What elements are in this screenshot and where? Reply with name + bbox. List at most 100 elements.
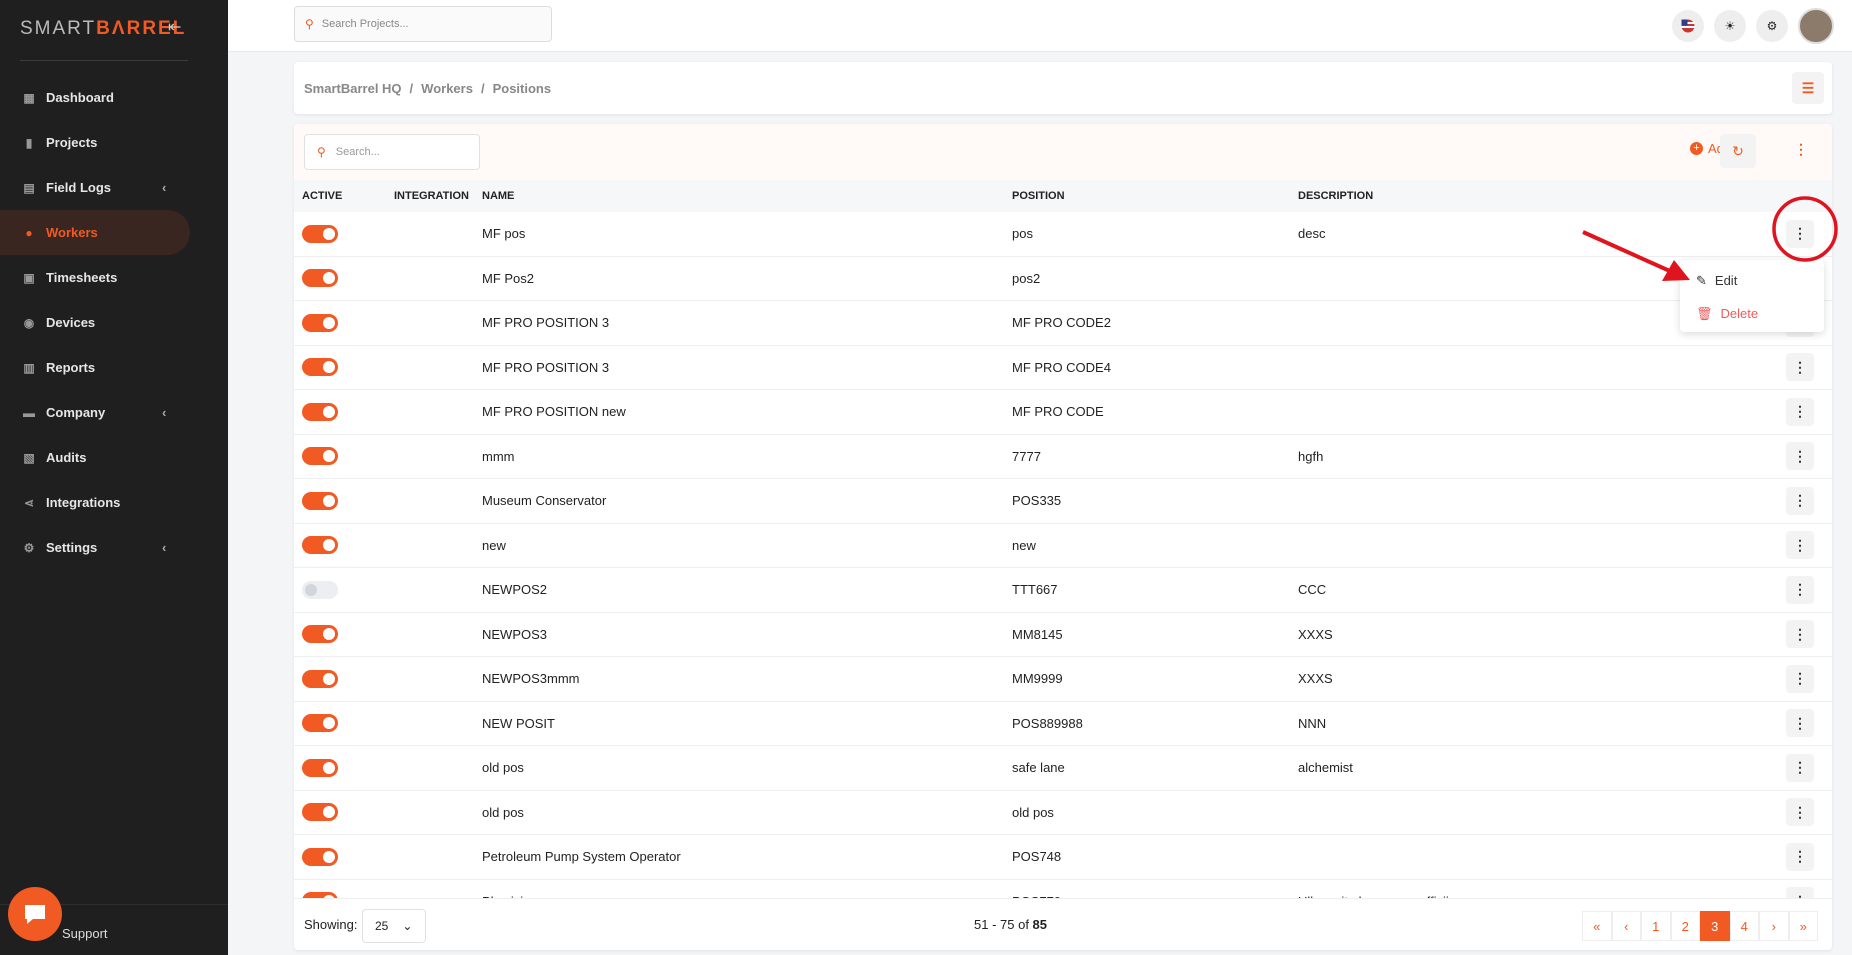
workers-icon: ● [25,225,33,240]
active-toggle[interactable] [302,402,338,421]
sidebar-item-company[interactable]: ▬ Company ‹ [0,390,228,435]
sidebar-item-settings[interactable]: ⚙ Settings ‹ [0,525,228,570]
chevron-left-icon: ‹ [162,405,167,420]
column-header-position[interactable]: POSITION [1012,190,1065,202]
dashboard-icon: ▦ [23,90,35,105]
row-more-icon[interactable]: ⋮ [1786,620,1814,649]
cell-position: pos2 [1012,270,1041,286]
row-more-icon[interactable]: ⋮ [1786,486,1814,515]
row-more-icon[interactable]: ⋮ [1786,442,1814,471]
page-size-select[interactable]: 25 ⌄ [362,909,426,943]
hamburger-menu-icon[interactable]: ☰ [1792,72,1824,104]
page-button[interactable]: › [1759,911,1789,941]
active-toggle[interactable] [302,625,338,644]
active-toggle[interactable] [302,714,338,733]
row-more-icon[interactable]: ⋮ [1786,219,1814,248]
sidebar-item-integrations[interactable]: ⋖ Integrations [0,480,228,525]
row-more-icon[interactable]: ⋮ [1786,664,1814,693]
sidebar-item-devices[interactable]: ◉ Devices [0,300,228,345]
sidebar-collapse-icon[interactable]: ⇤ [168,17,181,37]
row-more-icon[interactable]: ⋮ [1786,753,1814,782]
cell-name: old pos [482,760,524,776]
active-toggle[interactable] [302,803,338,822]
gear-icon[interactable]: ⚙ [1756,10,1788,42]
sidebar-item-dashboard[interactable]: ▦ Dashboard [0,75,228,120]
active-toggle[interactable] [302,536,338,555]
theme-toggle-icon[interactable]: ☀ [1714,10,1746,42]
positions-table-card: ⚲ Search... + Add ↻ ⋮ ACTIVE INTEGRATION… [294,124,1832,950]
sidebar-item-projects[interactable]: ▮ Projects [0,120,228,165]
delete-menu-item[interactable]: 🗑 Delete [1680,297,1824,330]
sidebar-item-label: Company [46,405,106,420]
edit-menu-item[interactable]: ✎ Edit [1680,264,1824,297]
active-toggle[interactable] [302,669,338,688]
project-search-input[interactable]: ⚲ Search Projects... [294,6,552,42]
table-search-input[interactable]: ⚲ Search... [304,134,480,170]
row-more-icon[interactable]: ⋮ [1786,531,1814,560]
language-flag-icon[interactable] [1672,10,1704,42]
active-toggle[interactable] [302,447,338,466]
pagination-range: 51 - 75 of 85 [974,917,1048,932]
sidebar-item-audits[interactable]: ▧ Audits [0,435,228,480]
column-header-integration[interactable]: INTEGRATION [394,190,469,202]
breadcrumb-item-company[interactable]: SmartBarrel HQ [304,81,402,96]
edit-icon: ✎ [1696,272,1707,288]
avatar[interactable] [1798,8,1834,44]
table-row: MF Pos2pos2⋮ [294,257,1832,301]
cell-position: 7777 [1012,448,1041,464]
refresh-icon[interactable]: ↻ [1720,134,1756,168]
row-more-icon[interactable]: ⋮ [1786,353,1814,382]
page-button[interactable]: » [1788,911,1818,941]
chat-icon[interactable] [8,887,62,941]
sidebar-item-timesheets[interactable]: ▣ Timesheets [0,255,228,300]
table-row: Petroleum Pump System Operator POS748 ⋮ [294,835,1832,880]
cell-position: MM9999 [1012,671,1063,687]
row-more-icon[interactable]: ⋮ [1786,575,1814,604]
page-button[interactable]: 4 [1729,911,1759,941]
active-toggle[interactable] [302,491,338,510]
table-row: NEW POSIT POS889988 NNN ⋮ [294,702,1832,746]
row-more-icon[interactable]: ⋮ [1786,397,1814,426]
cell-name: MF PRO POSITION new [482,404,626,420]
projects-icon: ▮ [25,135,33,150]
active-toggle[interactable] [302,313,338,332]
row-more-icon[interactable]: ⋮ [1786,709,1814,738]
support-link[interactable]: Support [62,926,108,941]
active-toggle[interactable] [302,269,338,288]
active-toggle[interactable] [302,224,338,243]
table-header: ACTIVE INTEGRATION NAME POSITION DESCRIP… [294,180,1832,212]
page-button[interactable]: 2 [1670,911,1700,941]
row-more-icon[interactable]: ⋮ [1786,798,1814,827]
row-action-menu: ✎ Edit 🗑 Delete [1680,260,1824,332]
cell-description: XXXS [1298,671,1333,687]
cell-name: NEWPOS2 [482,582,548,598]
page-button[interactable]: « [1582,911,1612,941]
more-options-icon[interactable]: ⋮ [1794,141,1808,158]
column-header-name[interactable]: NAME [482,190,514,202]
sidebar-item-label: Projects [46,135,98,150]
breadcrumb-item-workers[interactable]: Workers [421,81,473,96]
devices-icon: ◉ [23,315,35,330]
page-button[interactable]: 3 [1700,911,1730,941]
active-toggle[interactable] [302,758,338,777]
table-row: MF pos pos desc ⋮ [294,212,1832,257]
column-header-active[interactable]: ACTIVE [302,190,342,202]
brand-logo[interactable]: SMARTBΛRREL [20,18,186,40]
active-toggle[interactable] [302,580,338,599]
sidebar-item-field-logs[interactable]: ▤ Field Logs ‹ [0,165,228,210]
sidebar-item-workers[interactable]: ● Workers [0,210,190,255]
audits-icon: ▧ [23,450,35,465]
column-header-description[interactable]: DESCRIPTION [1298,190,1373,202]
active-toggle[interactable] [302,358,338,377]
table-row: mmm 7777 hgfh ⋮ [294,435,1832,479]
cell-name: mmm [482,448,515,464]
page-button[interactable]: ‹ [1611,911,1641,941]
row-more-icon[interactable]: ⋮ [1786,842,1814,871]
sidebar-item-reports[interactable]: ▥ Reports [0,345,228,390]
plus-icon: + [1690,142,1703,155]
cell-name: Museum Conservator [482,493,607,509]
reports-icon: ▥ [23,360,35,375]
page-button[interactable]: 1 [1641,911,1671,941]
active-toggle[interactable] [302,847,338,866]
sidebar-item-label: Workers [46,225,98,240]
